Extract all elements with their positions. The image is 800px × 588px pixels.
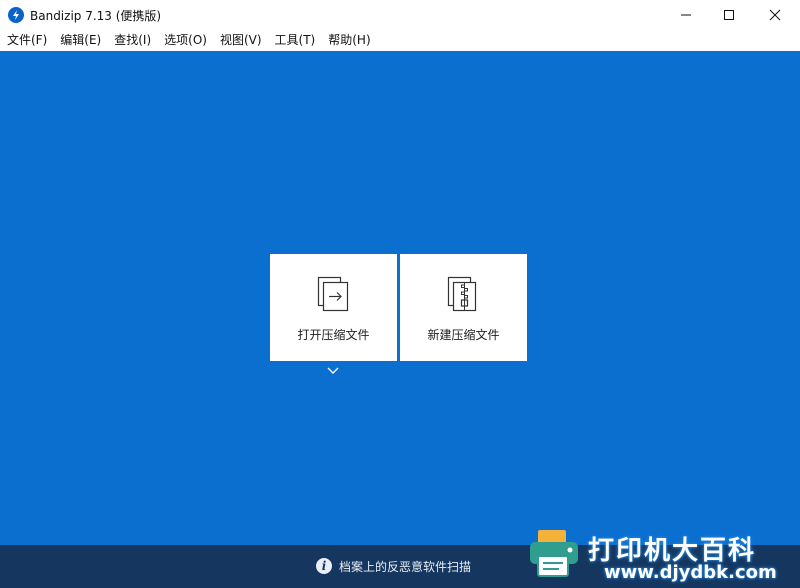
minimize-icon bbox=[681, 14, 691, 16]
watermark-url: www.djydbk.com bbox=[604, 562, 777, 583]
title-bar: Bandizip 7.13 (便携版) bbox=[0, 0, 800, 30]
antimalware-scan-link[interactable]: 档案上的反恶意软件扫描 bbox=[339, 558, 471, 575]
menu-help[interactable]: 帮助(H) bbox=[321, 30, 376, 50]
minimize-button[interactable] bbox=[663, 0, 709, 30]
menu-view[interactable]: 视图(V) bbox=[213, 30, 268, 50]
new-archive-button[interactable]: 新建压缩文件 bbox=[400, 254, 527, 361]
printer-logo-icon bbox=[530, 530, 578, 577]
info-icon: i bbox=[316, 558, 332, 574]
new-archive-label: 新建压缩文件 bbox=[427, 328, 500, 342]
open-archive-icon bbox=[317, 276, 348, 312]
open-archive-button[interactable]: 打开压缩文件 bbox=[270, 254, 397, 361]
menu-file[interactable]: 文件(F) bbox=[0, 30, 53, 50]
watermark: 打印机大百科 www.djydbk.com bbox=[526, 522, 798, 586]
window-title: Bandizip 7.13 (便携版) bbox=[30, 9, 162, 23]
chevron-down-icon[interactable] bbox=[326, 366, 340, 376]
close-button[interactable] bbox=[752, 0, 798, 30]
maximize-button[interactable] bbox=[706, 0, 752, 30]
menu-edit[interactable]: 编辑(E) bbox=[53, 30, 107, 50]
main-panel: 打开压缩文件 新建压缩文件 bbox=[0, 51, 800, 545]
menu-bar: 文件(F) 编辑(E) 查找(I) 选项(O) 视图(V) 工具(T) 帮助(H… bbox=[0, 30, 800, 50]
open-archive-label: 打开压缩文件 bbox=[297, 328, 370, 342]
close-icon bbox=[769, 9, 781, 21]
maximize-icon bbox=[724, 10, 734, 20]
new-archive-icon bbox=[447, 276, 476, 312]
menu-find[interactable]: 查找(I) bbox=[107, 30, 157, 50]
menu-tools[interactable]: 工具(T) bbox=[268, 30, 322, 50]
menu-options[interactable]: 选项(O) bbox=[157, 30, 213, 50]
bandizip-app-icon bbox=[8, 7, 24, 23]
